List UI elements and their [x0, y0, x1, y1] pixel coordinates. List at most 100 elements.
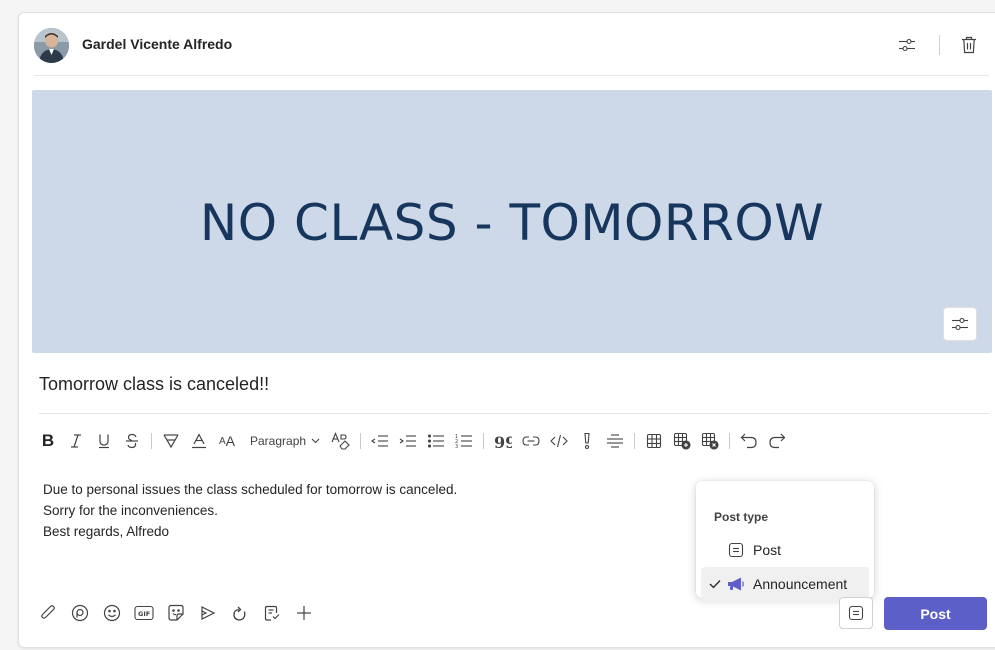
loop-button[interactable]	[69, 601, 91, 625]
strikethrough-button[interactable]	[121, 427, 143, 455]
decrease-indent-button[interactable]	[369, 427, 391, 455]
highlight-icon	[163, 434, 179, 449]
banner-headline: NO CLASS - TOMORROW	[199, 194, 825, 252]
underline-button[interactable]	[93, 427, 115, 455]
message-body[interactable]: Due to personal issues the class schedul…	[43, 479, 457, 542]
numbered-list-icon: 123	[455, 434, 473, 449]
numbered-list-button[interactable]: 123	[453, 427, 475, 455]
compose-header: Gardel Vicente Alfredo	[19, 13, 995, 76]
post-type-option-label: Announcement	[753, 576, 848, 592]
praise-button[interactable]	[229, 601, 251, 625]
compose-card: Gardel Vicente Alfredo NO CLASS - TOMORR…	[18, 12, 995, 648]
stream-icon	[201, 606, 216, 620]
approvals-button[interactable]	[261, 601, 283, 625]
horizontal-rule-button[interactable]	[604, 427, 626, 455]
sliders-icon[interactable]	[895, 33, 919, 57]
insert-row-button[interactable]	[671, 427, 693, 455]
attach-icon	[41, 605, 55, 619]
formatting-toolbar: B AA Paragraph 1 2 3 99	[37, 427, 794, 455]
clear-format-icon	[331, 432, 350, 450]
italic-icon	[71, 434, 81, 448]
subject-input[interactable]: Tomorrow class is canceled!!	[39, 374, 269, 395]
link-button[interactable]	[520, 427, 542, 455]
post-type-option-post[interactable]: Post	[701, 533, 869, 567]
loop-icon	[71, 604, 89, 622]
font-size-large-glyph: A	[225, 433, 235, 449]
redo-button[interactable]	[766, 427, 788, 455]
post-button[interactable]: Post	[884, 597, 987, 630]
table-icon	[646, 433, 662, 449]
post-type-option-announcement[interactable]: Announcement	[701, 567, 869, 601]
toolbar-divider	[151, 433, 152, 449]
banner-options-button[interactable]	[943, 307, 977, 341]
toolbar-divider	[483, 433, 485, 449]
table-button[interactable]	[643, 427, 665, 455]
sliders-icon	[952, 317, 968, 331]
undo-icon	[740, 433, 757, 449]
body-line: Best regards, Alfredo	[43, 524, 170, 539]
gif-button[interactable]: GIF	[133, 601, 155, 625]
post-type-option-label: Post	[753, 542, 782, 558]
table-delete-icon	[701, 432, 719, 450]
emoji-icon	[103, 604, 121, 622]
link-icon	[522, 436, 540, 446]
italic-button[interactable]	[65, 427, 87, 455]
callout-button[interactable]	[576, 427, 598, 455]
svg-text:99: 99	[494, 434, 512, 448]
gif-icon: GIF	[134, 605, 154, 621]
post-icon	[725, 542, 747, 558]
svg-text:3: 3	[455, 444, 458, 449]
message-extensions-toolbar: GIF	[37, 599, 325, 627]
quote-icon: 99	[494, 434, 512, 448]
bullet-list-button[interactable]	[425, 427, 447, 455]
font-color-button[interactable]	[188, 427, 210, 455]
increase-indent-icon	[399, 435, 417, 447]
redo-icon	[769, 433, 786, 449]
increase-indent-button[interactable]	[397, 427, 419, 455]
highlight-button[interactable]	[160, 427, 182, 455]
decrease-indent-icon	[371, 435, 389, 447]
bullet-list-icon	[427, 434, 445, 448]
callout-icon	[584, 432, 590, 450]
body-line: Sorry for the inconveniences.	[43, 503, 218, 518]
strikethrough-icon	[126, 433, 138, 449]
body-line: Due to personal issues the class schedul…	[43, 482, 458, 497]
font-size-button[interactable]: AA	[216, 427, 238, 455]
quote-button[interactable]: 99	[492, 427, 514, 455]
font-color-icon	[192, 433, 206, 449]
delete-table-button[interactable]	[699, 427, 721, 455]
table-add-icon	[673, 432, 691, 450]
trash-icon[interactable]	[957, 33, 981, 57]
toolbar-divider	[729, 433, 731, 449]
more-apps-button[interactable]	[293, 601, 315, 625]
chevron-down-icon	[311, 438, 320, 444]
post-type-menu: Post type Post Announcement	[696, 481, 874, 601]
code-button[interactable]	[548, 427, 570, 455]
post-icon	[848, 605, 864, 621]
bold-button[interactable]: B	[37, 427, 59, 455]
toolbar-divider	[360, 433, 362, 449]
plus-icon	[297, 606, 311, 620]
horizontal-rule-icon	[607, 434, 624, 448]
approvals-icon	[264, 605, 280, 621]
header-divider	[939, 35, 940, 55]
undo-button[interactable]	[738, 427, 760, 455]
megaphone-icon	[725, 576, 747, 592]
praise-icon	[233, 606, 246, 621]
clear-format-button[interactable]	[330, 427, 352, 455]
stream-button[interactable]	[197, 601, 219, 625]
font-size-small-glyph: A	[218, 435, 226, 447]
attach-button[interactable]	[37, 601, 59, 625]
avatar	[34, 28, 69, 63]
code-icon	[550, 434, 568, 448]
underline-icon	[99, 434, 109, 449]
checkmark-icon	[705, 579, 725, 589]
sticker-button[interactable]	[165, 601, 187, 625]
post-type-button[interactable]	[839, 597, 873, 629]
header-rule	[34, 75, 989, 76]
emoji-button[interactable]	[101, 601, 123, 625]
sticker-icon	[168, 604, 184, 621]
toolbar-divider	[634, 433, 636, 449]
paragraph-dropdown[interactable]: Paragraph	[250, 434, 320, 448]
announcement-banner[interactable]: NO CLASS - TOMORROW	[32, 90, 992, 353]
